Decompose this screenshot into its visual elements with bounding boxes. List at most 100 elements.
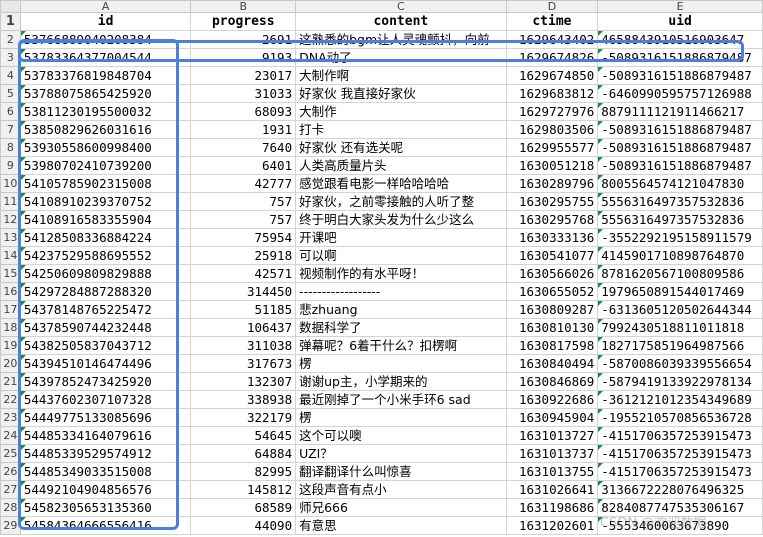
cell-id[interactable]: 54449775133085696 — [19, 408, 192, 427]
cell-content[interactable]: 好家伙 我直接好家伙 — [295, 84, 507, 103]
cell-id[interactable]: 54108916583355904 — [19, 210, 192, 229]
row-header[interactable]: 21 — [0, 372, 21, 391]
cell-ctime[interactable]: 1629683812 — [505, 84, 599, 103]
cell-progress[interactable]: 6401 — [190, 156, 297, 175]
cell-progress[interactable]: 31033 — [190, 84, 297, 103]
cell-id[interactable]: 53788075865425920 — [19, 84, 192, 103]
cell-progress[interactable]: 132307 — [190, 372, 297, 391]
cell-content[interactable]: 人类高质量片头 — [295, 156, 507, 175]
cell-ctime[interactable]: 1630809287 — [505, 300, 599, 319]
row-header[interactable]: 24 — [0, 426, 21, 445]
row-header[interactable]: 16 — [0, 282, 21, 301]
cell-progress[interactable]: 7640 — [190, 138, 297, 157]
cell-content[interactable]: 弹幕呢？6着干什么？扣楞啊 — [295, 336, 507, 355]
cell-content[interactable]: 最近刚掉了一个小米手环6 sad — [295, 390, 507, 409]
cell-uid[interactable]: 1979650891544017469 — [597, 282, 763, 301]
cell-progress[interactable]: 757 — [190, 192, 297, 211]
cell-ctime[interactable]: 1630051218 — [505, 156, 599, 175]
cell-ctime[interactable]: 1631198686 — [505, 498, 599, 517]
cell-id[interactable]: 54485349033515008 — [19, 462, 192, 481]
cell-id[interactable]: 54394510146474496 — [19, 354, 192, 373]
cell-progress[interactable]: 1931 — [190, 120, 297, 139]
row-header[interactable]: 14 — [0, 246, 21, 265]
cell-uid[interactable]: 1827175851964987566 — [597, 336, 763, 355]
cell-uid[interactable]: -5089316151886879487 — [597, 48, 763, 67]
cell-uid[interactable]: 5556316497357532836 — [597, 210, 763, 229]
cell-progress[interactable]: 25918 — [190, 246, 297, 265]
cell-header-content[interactable]: content — [295, 12, 507, 31]
row-header[interactable]: 27 — [0, 480, 21, 499]
row-header[interactable]: 9 — [0, 156, 21, 175]
cell-content[interactable]: DNA动了 — [295, 48, 507, 67]
cell-id[interactable]: 54378590744232448 — [19, 318, 192, 337]
cell-ctime[interactable]: 1631202601 — [505, 516, 599, 535]
column-header-a[interactable]: A — [19, 0, 192, 13]
cell-progress[interactable]: 44090 — [190, 516, 297, 535]
cell-ctime[interactable]: 1630945904 — [505, 408, 599, 427]
cell-content[interactable]: 悲zhuang — [295, 300, 507, 319]
cell-progress[interactable]: 311038 — [190, 336, 297, 355]
cell-ctime[interactable]: 1630922686 — [505, 390, 599, 409]
cell-id[interactable]: 54492104904856576 — [19, 480, 192, 499]
cell-id[interactable]: 54250609809829888 — [19, 264, 192, 283]
cell-content[interactable]: 数据科学了 — [295, 318, 507, 337]
cell-id[interactable]: 54297284887288320 — [19, 282, 192, 301]
cell-uid[interactable]: -3552292195158911579 — [597, 228, 763, 247]
cell-uid[interactable]: -4151706357253915473 — [597, 426, 763, 445]
cell-ctime[interactable]: 1631026641 — [505, 480, 599, 499]
cell-ctime[interactable]: 1630295755 — [505, 192, 599, 211]
cell-ctime[interactable]: 1630817598 — [505, 336, 599, 355]
cell-uid[interactable]: -5879419133922978134 — [597, 372, 763, 391]
cell-progress[interactable]: 314450 — [190, 282, 297, 301]
cell-progress[interactable]: 2691 — [190, 30, 297, 49]
cell-content[interactable]: 大制作啊 — [295, 66, 507, 85]
cell-progress[interactable]: 338938 — [190, 390, 297, 409]
cell-ctime[interactable]: 1630810130 — [505, 318, 599, 337]
cell-id[interactable]: 54437602307107328 — [19, 390, 192, 409]
cell-content[interactable]: 可以啊 — [295, 246, 507, 265]
cell-content[interactable]: 感觉跟看电影一样哈哈哈哈 — [295, 174, 507, 193]
cell-ctime[interactable]: 1630289796 — [505, 174, 599, 193]
cell-progress[interactable]: 51185 — [190, 300, 297, 319]
cell-progress[interactable]: 23017 — [190, 66, 297, 85]
cell-ctime[interactable]: 1629955577 — [505, 138, 599, 157]
row-header[interactable]: 28 — [0, 498, 21, 517]
column-header-d[interactable]: D — [505, 0, 599, 13]
row-header[interactable]: 7 — [0, 120, 21, 139]
cell-ctime[interactable]: 1630840494 — [505, 354, 599, 373]
cell-ctime[interactable]: 1631013737 — [505, 444, 599, 463]
cell-id[interactable]: 54397852473425920 — [19, 372, 192, 391]
row-header[interactable]: 12 — [0, 210, 21, 229]
cell-uid[interactable]: 7992430518811011818 — [597, 318, 763, 337]
cell-id[interactable]: 53980702410739200 — [19, 156, 192, 175]
cell-id[interactable]: 54485334164079616 — [19, 426, 192, 445]
cell-progress[interactable]: 317673 — [190, 354, 297, 373]
cell-content[interactable]: 开课吧 — [295, 228, 507, 247]
row-header[interactable]: 13 — [0, 228, 21, 247]
cell-content[interactable]: 这段声音有点小 — [295, 480, 507, 499]
cell-uid[interactable]: -5089316151886879487 — [597, 138, 763, 157]
cell-content[interactable]: 师兄666 — [295, 498, 507, 517]
cell-uid[interactable]: -3612121012354349689 — [597, 390, 763, 409]
cell-uid[interactable]: 4658843910516903647 — [597, 30, 763, 49]
cell-id[interactable]: 53783376819848704 — [19, 66, 192, 85]
column-header-e[interactable]: E — [597, 0, 763, 13]
cell-id[interactable]: 53766889040208384 — [19, 30, 192, 49]
cell-content[interactable]: 这个可以噢 — [295, 426, 507, 445]
cell-content[interactable]: 楞 — [295, 408, 507, 427]
cell-uid[interactable]: 5556316497357532836 — [597, 192, 763, 211]
cell-content[interactable]: 这熟悉的bgm让人灵魂颤抖，向前 — [295, 30, 507, 49]
cell-header-ctime[interactable]: ctime — [505, 12, 599, 31]
cell-id[interactable]: 53930558600998400 — [19, 138, 192, 157]
cell-uid[interactable]: -4151706357253915473 — [597, 444, 763, 463]
cell-uid[interactable]: -5089316151886879487 — [597, 120, 763, 139]
cell-uid[interactable]: -5089316151886879487 — [597, 66, 763, 85]
row-header[interactable]: 6 — [0, 102, 21, 121]
cell-ctime[interactable]: 1630295768 — [505, 210, 599, 229]
cell-progress[interactable]: 82995 — [190, 462, 297, 481]
cell-id[interactable]: 54584364666556416 — [19, 516, 192, 535]
cell-uid[interactable]: -5870086039339556654 — [597, 354, 763, 373]
cell-content[interactable]: 终于明白大家头发为什么少这么 — [295, 210, 507, 229]
select-all-corner[interactable] — [0, 0, 21, 13]
cell-ctime[interactable]: 1629643402 — [505, 30, 599, 49]
